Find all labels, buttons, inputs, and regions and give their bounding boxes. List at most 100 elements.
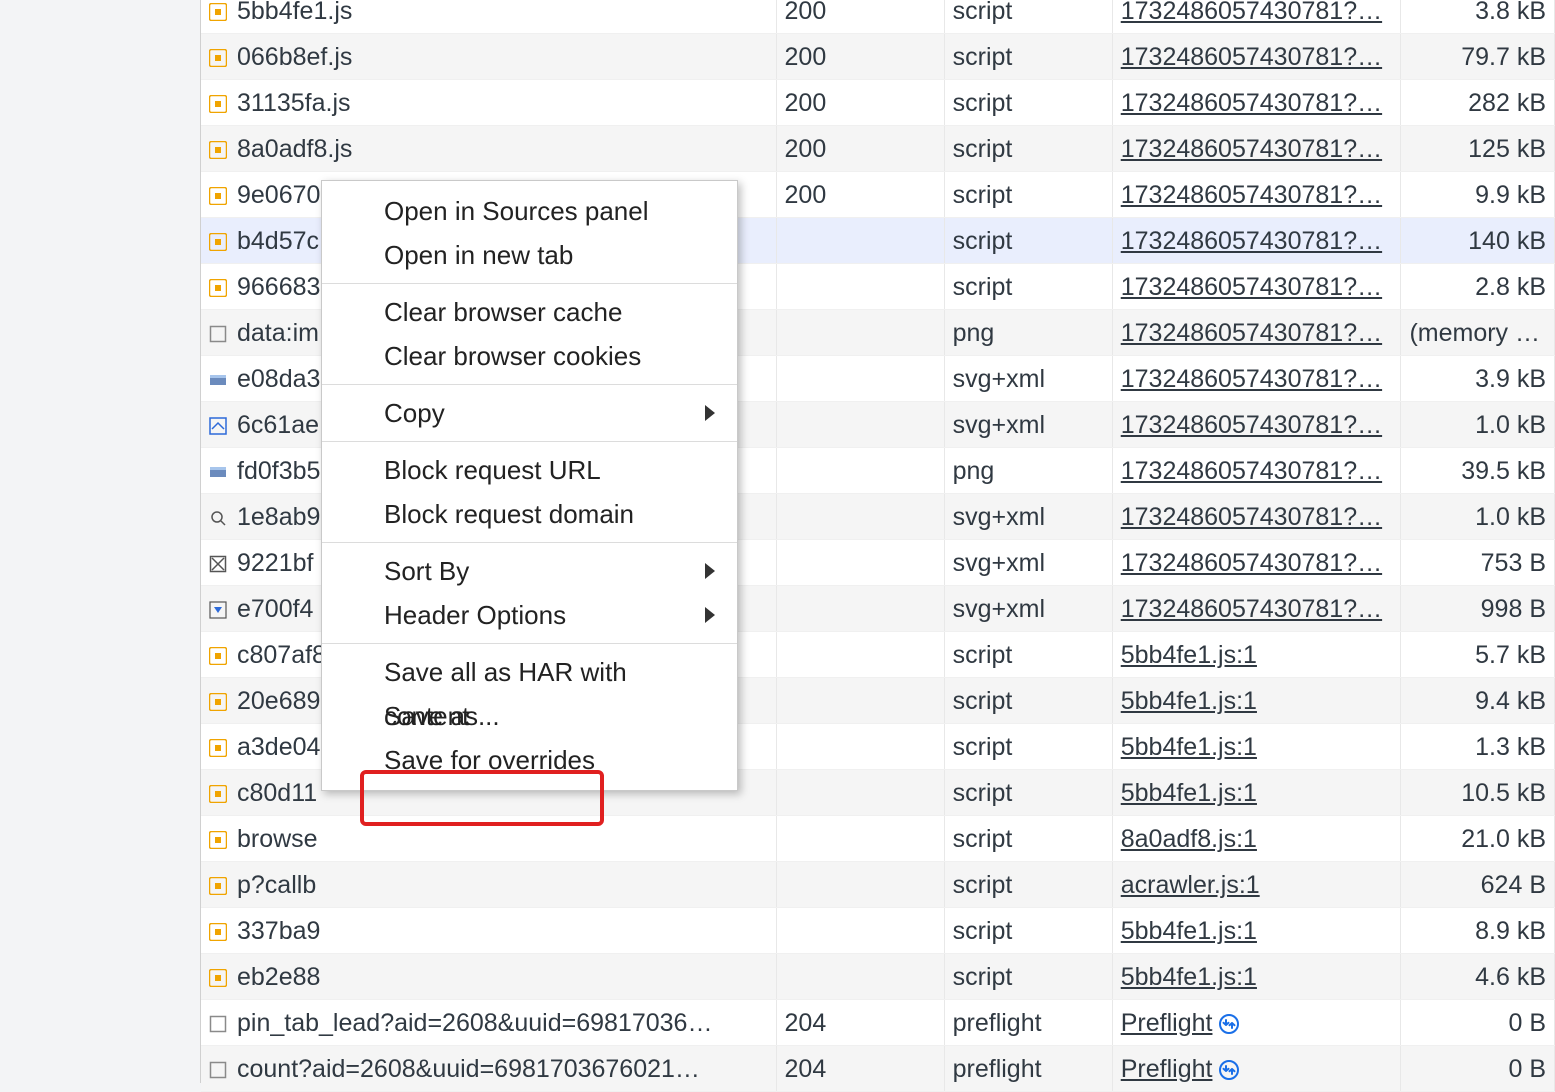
file-type-icon xyxy=(209,647,227,665)
cell-type: script xyxy=(944,80,1112,126)
initiator-link[interactable]: 8a0adf8.js:1 xyxy=(1121,825,1257,853)
cell-initiator[interactable]: 1732486057430781?… xyxy=(1112,402,1401,448)
initiator-link[interactable]: 5bb4fe1.js:1 xyxy=(1121,687,1257,715)
cell-name[interactable]: 066b8ef.js xyxy=(201,34,776,80)
cell-initiator[interactable]: 1732486057430781?… xyxy=(1112,540,1401,586)
cell-name[interactable]: 31135fa.js xyxy=(201,80,776,126)
initiator-link[interactable]: 5bb4fe1.js:1 xyxy=(1121,779,1257,807)
cell-size: 0 B xyxy=(1401,1046,1555,1092)
menu-copy[interactable]: Copy xyxy=(322,391,737,435)
initiator-link[interactable]: 1732486057430781?… xyxy=(1121,273,1382,301)
table-row[interactable]: pin_tab_lead?aid=2608&uuid=69817036…204p… xyxy=(201,1000,1555,1046)
cell-initiator[interactable]: 1732486057430781?… xyxy=(1112,218,1401,264)
table-row[interactable]: count?aid=2608&uuid=6981703676021…204pre… xyxy=(201,1046,1555,1092)
cell-initiator[interactable]: 5bb4fe1.js:1 xyxy=(1112,954,1401,1000)
cell-initiator[interactable]: 1732486057430781?… xyxy=(1112,126,1401,172)
table-row[interactable]: 5bb4fe1.js200script1732486057430781?…3.8… xyxy=(201,0,1555,34)
cell-name[interactable]: browse xyxy=(201,816,776,862)
cell-initiator[interactable]: 5bb4fe1.js:1 xyxy=(1112,770,1401,816)
cell-initiator[interactable]: 8a0adf8.js:1 xyxy=(1112,816,1401,862)
menu-sort-by[interactable]: Sort By xyxy=(322,549,737,593)
cell-initiator[interactable]: 5bb4fe1.js:1 xyxy=(1112,632,1401,678)
initiator-link[interactable]: 5bb4fe1.js:1 xyxy=(1121,963,1257,991)
initiator-link[interactable]: 1732486057430781?… xyxy=(1121,89,1382,117)
cell-initiator[interactable]: 1732486057430781?… xyxy=(1112,356,1401,402)
cell-type: script xyxy=(944,678,1112,724)
table-row[interactable]: 8a0adf8.js200script1732486057430781?…125… xyxy=(201,126,1555,172)
file-type-icon xyxy=(209,1015,227,1033)
menu-save-all-as-har[interactable]: Save all as HAR with content xyxy=(322,650,737,694)
initiator-link[interactable]: 1732486057430781?… xyxy=(1121,595,1382,623)
initiator-link[interactable]: 1732486057430781?… xyxy=(1121,457,1382,485)
menu-header-options[interactable]: Header Options xyxy=(322,593,737,637)
menu-open-in-new-tab[interactable]: Open in new tab xyxy=(322,233,737,277)
file-type-icon xyxy=(209,371,227,389)
initiator-link[interactable]: acrawler.js:1 xyxy=(1121,871,1260,899)
cell-name[interactable]: 337ba9 xyxy=(201,908,776,954)
cell-initiator[interactable]: acrawler.js:1 xyxy=(1112,862,1401,908)
initiator-link[interactable]: 1732486057430781?… xyxy=(1121,411,1382,439)
cell-initiator[interactable]: 5bb4fe1.js:1 xyxy=(1112,908,1401,954)
cell-size: 753 B xyxy=(1401,540,1555,586)
menu-clear-cache[interactable]: Clear browser cache xyxy=(322,290,737,334)
cell-type: script xyxy=(944,218,1112,264)
initiator-link[interactable]: 5bb4fe1.js:1 xyxy=(1121,641,1257,669)
initiator-link[interactable]: Preflight xyxy=(1121,1009,1213,1037)
table-row[interactable]: browsescript8a0adf8.js:121.0 kB xyxy=(201,816,1555,862)
initiator-link[interactable]: 1732486057430781?… xyxy=(1121,319,1382,347)
menu-open-in-sources[interactable]: Open in Sources panel xyxy=(322,189,737,233)
request-name-text: 6c61ae xyxy=(237,411,319,439)
request-name-text: count?aid=2608&uuid=6981703676021… xyxy=(237,1055,700,1083)
file-type-icon xyxy=(209,509,227,527)
file-type-icon xyxy=(209,325,227,343)
initiator-link[interactable]: 1732486057430781?… xyxy=(1121,549,1382,577)
menu-save-as[interactable]: Save as... xyxy=(322,694,737,738)
cell-name[interactable]: p?callb xyxy=(201,862,776,908)
cell-initiator[interactable]: 1732486057430781?… xyxy=(1112,310,1401,356)
cell-size: 3.9 kB xyxy=(1401,356,1555,402)
menu-block-request-url[interactable]: Block request URL xyxy=(322,448,737,492)
table-row[interactable]: eb2e88script5bb4fe1.js:14.6 kB xyxy=(201,954,1555,1000)
cell-status: 204 xyxy=(776,1000,944,1046)
initiator-link[interactable]: 1732486057430781?… xyxy=(1121,135,1382,163)
initiator-link[interactable]: 5bb4fe1.js:1 xyxy=(1121,733,1257,761)
initiator-link[interactable]: 1732486057430781?… xyxy=(1121,503,1382,531)
cell-name[interactable]: 8a0adf8.js xyxy=(201,126,776,172)
table-row[interactable]: 066b8ef.js200script1732486057430781?…79.… xyxy=(201,34,1555,80)
menu-clear-cookies[interactable]: Clear browser cookies xyxy=(322,334,737,378)
table-row[interactable]: 31135fa.js200script1732486057430781?…282… xyxy=(201,80,1555,126)
cell-initiator[interactable]: 1732486057430781?… xyxy=(1112,80,1401,126)
menu-save-for-overrides[interactable]: Save for overrides xyxy=(322,738,737,782)
request-name-text: 9221bf xyxy=(237,549,313,577)
cell-initiator[interactable]: 1732486057430781?… xyxy=(1112,494,1401,540)
table-row[interactable]: 337ba9script5bb4fe1.js:18.9 kB xyxy=(201,908,1555,954)
cell-initiator[interactable]: Preflight xyxy=(1112,1046,1401,1092)
cell-status: 200 xyxy=(776,34,944,80)
cell-status xyxy=(776,724,944,770)
cell-initiator[interactable]: 5bb4fe1.js:1 xyxy=(1112,678,1401,724)
cell-name[interactable]: eb2e88 xyxy=(201,954,776,1000)
table-row[interactable]: p?callbscriptacrawler.js:1624 B xyxy=(201,862,1555,908)
cell-size: 1.0 kB xyxy=(1401,402,1555,448)
initiator-link[interactable]: 1732486057430781?… xyxy=(1121,0,1382,25)
initiator-link[interactable]: 1732486057430781?… xyxy=(1121,365,1382,393)
cell-status: 200 xyxy=(776,172,944,218)
cell-status xyxy=(776,632,944,678)
initiator-link[interactable]: 1732486057430781?… xyxy=(1121,227,1382,255)
menu-block-request-domain[interactable]: Block request domain xyxy=(322,492,737,536)
cell-initiator[interactable]: 1732486057430781?… xyxy=(1112,264,1401,310)
cell-name[interactable]: count?aid=2608&uuid=6981703676021… xyxy=(201,1046,776,1092)
cell-initiator[interactable]: 1732486057430781?… xyxy=(1112,34,1401,80)
cell-initiator[interactable]: 5bb4fe1.js:1 xyxy=(1112,724,1401,770)
cell-name[interactable]: pin_tab_lead?aid=2608&uuid=69817036… xyxy=(201,1000,776,1046)
cell-initiator[interactable]: 1732486057430781?… xyxy=(1112,586,1401,632)
cell-initiator[interactable]: 1732486057430781?… xyxy=(1112,172,1401,218)
initiator-link[interactable]: 1732486057430781?… xyxy=(1121,43,1382,71)
cell-initiator[interactable]: 1732486057430781?… xyxy=(1112,448,1401,494)
initiator-link[interactable]: 1732486057430781?… xyxy=(1121,181,1382,209)
cell-initiator[interactable]: Preflight xyxy=(1112,1000,1401,1046)
cell-initiator[interactable]: 1732486057430781?… xyxy=(1112,0,1401,34)
initiator-link[interactable]: 5bb4fe1.js:1 xyxy=(1121,917,1257,945)
cell-name[interactable]: 5bb4fe1.js xyxy=(201,0,776,34)
initiator-link[interactable]: Preflight xyxy=(1121,1055,1213,1083)
